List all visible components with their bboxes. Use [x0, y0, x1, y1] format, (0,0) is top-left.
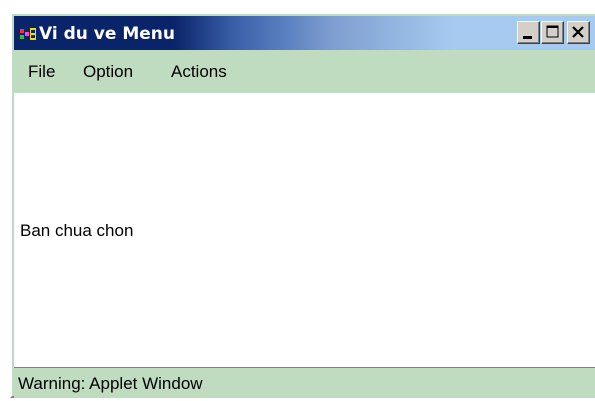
title-bar[interactable]: Vi du ve Menu: [14, 16, 595, 50]
minimize-button[interactable]: [517, 21, 540, 44]
window-title: Vi du ve Menu: [39, 24, 175, 44]
close-icon: [572, 26, 584, 38]
status-bar: Warning: Applet Window: [14, 367, 595, 398]
applet-window: Vi du ve Menu File Option Actions Ban ch…: [10, 12, 595, 398]
maximize-button[interactable]: [541, 21, 564, 44]
menu-bar: File Option Actions: [14, 50, 595, 93]
menu-actions[interactable]: Actions: [171, 62, 227, 82]
menu-option[interactable]: Option: [83, 62, 133, 82]
menu-file[interactable]: File: [28, 62, 55, 82]
applet-warning-text: Warning: Applet Window: [18, 374, 203, 393]
selection-status-label: Ban chua chon: [20, 221, 134, 240]
java-applet-icon[interactable]: [18, 27, 38, 41]
content-panel: Ban chua chon: [14, 93, 595, 367]
close-button[interactable]: [567, 21, 590, 44]
maximize-icon: [546, 25, 559, 38]
minimize-icon: [523, 36, 532, 39]
